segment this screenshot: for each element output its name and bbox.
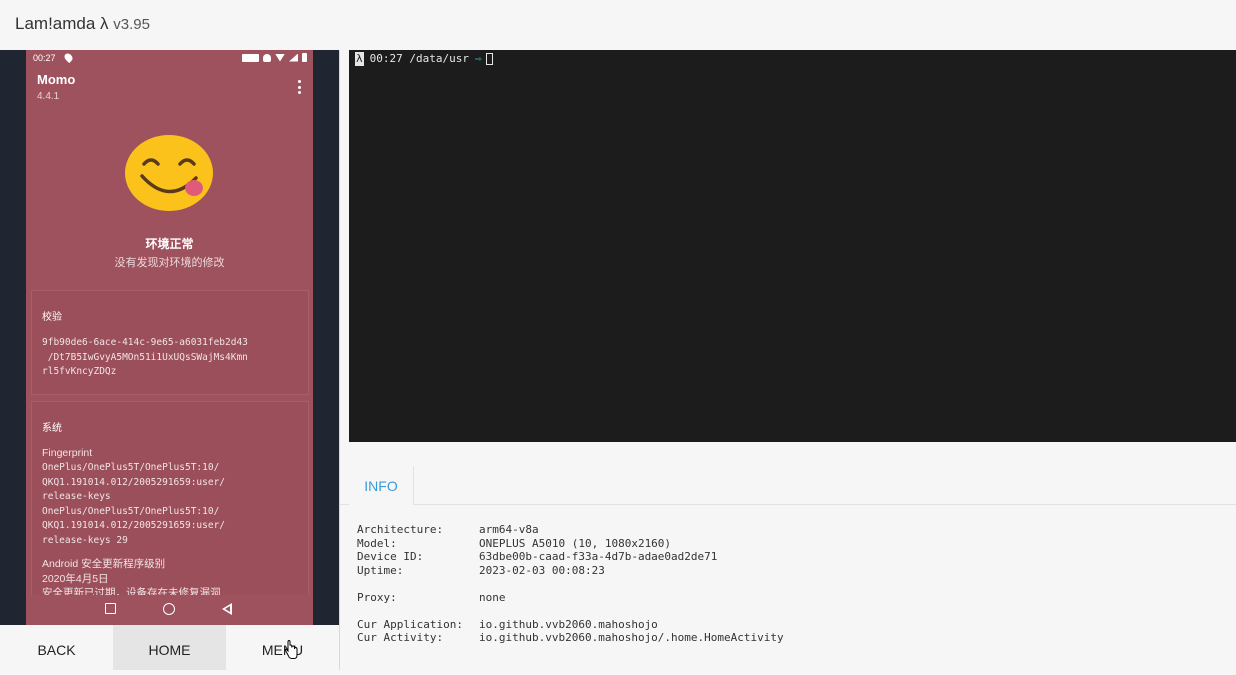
verify-card-title: 校验 <box>42 312 62 323</box>
info-value: 63dbe00b-caad-f33a-4d7b-adae0ad2de71 <box>479 550 718 563</box>
app-version: v3.95 <box>113 16 150 33</box>
system-card-title: 系统 <box>42 423 62 434</box>
fingerprint-value: OnePlus/OnePlus5T/OnePlus5T:10/ QKQ1.191… <box>42 462 226 546</box>
battery-icon <box>302 53 307 62</box>
back-triangle-icon[interactable] <box>222 603 232 615</box>
momo-app-name: Momo <box>37 72 76 87</box>
verify-card-text: 9fb90de6-6ace-414c-9e65-a6031feb2d43 /Dt… <box>42 337 248 377</box>
status-icons <box>242 53 307 62</box>
terminal-cursor <box>485 53 493 65</box>
momo-app-version: 4.4.1 <box>37 91 60 102</box>
app-header: Lam!amda λ v3.95 <box>0 0 1236 50</box>
menu-button[interactable]: MENU <box>226 625 339 670</box>
system-card: 系统 Fingerprint OnePlus/OnePlus5T/OnePlus… <box>31 401 309 625</box>
signal-icon <box>289 53 298 62</box>
mute-icon <box>263 53 271 62</box>
info-key: Proxy: <box>357 590 397 604</box>
info-key: Cur Activity: <box>357 631 444 644</box>
terminal[interactable]: λ 00:27 /data/usr ⇨ <box>349 50 1236 442</box>
terminal-prompt-line: λ 00:27 /data/usr ⇨ <box>355 52 493 66</box>
wifi-icon <box>275 53 285 62</box>
info-value: none <box>479 590 506 604</box>
info-panel: INFO Architecture: arm64-v8a Model: ONEP… <box>340 442 1236 670</box>
prompt-lambda: λ <box>355 52 364 66</box>
info-key: Uptime: <box>357 563 404 577</box>
prompt-path: 00:27 /data/usr <box>369 52 469 65</box>
info-value: 2023-02-03 00:08:23 <box>479 563 605 577</box>
device-status-bar: 00:27 <box>26 50 313 67</box>
info-value: io.github.vvb2060.mahoshojo/.home.HomeAc… <box>479 631 784 644</box>
info-value: ONEPLUS A5010 (10, 1080x2160) <box>479 536 672 550</box>
home-circle-icon[interactable] <box>163 603 175 615</box>
volte-icon <box>242 53 259 62</box>
verify-card: 校验 9fb90de6-6ace-414c-9e65-a6031feb2d43 … <box>31 290 309 395</box>
status-time: 00:27 <box>33 53 56 63</box>
overflow-menu-icon[interactable] <box>294 80 304 94</box>
info-value: io.github.vvb2060.mahoshojo <box>479 617 658 631</box>
environment-status-subtitle: 没有发现对环境的修改 <box>114 257 225 269</box>
app-title-text: Lam!amda λ <box>15 14 109 33</box>
android-nav-bar <box>26 595 313 625</box>
info-row-uptime: Uptime: 2023-02-03 00:08:23 <box>357 564 784 578</box>
app-title: Lam!amda λ v3.95 <box>15 14 150 34</box>
info-row-cur-application: Cur Application: io.github.vvb2060.mahos… <box>357 618 784 632</box>
smiley-tongue-icon <box>125 135 213 211</box>
info-tabbar: INFO <box>340 466 1236 505</box>
device-screen[interactable]: 00:27 Momo 4.4.1 环境正常 没有发现对环境的修改 校验 9fb9… <box>26 50 313 625</box>
info-row-cur-activity: Cur Activity: io.github.vvb2060.mahoshoj… <box>357 631 784 645</box>
info-key: Architecture: <box>357 523 444 536</box>
environment-status-title: 环境正常 <box>145 237 194 251</box>
fingerprint-label: Fingerprint <box>42 447 93 459</box>
home-button[interactable]: HOME <box>113 625 226 670</box>
info-key: Cur Application: <box>357 617 463 631</box>
info-value: arm64-v8a <box>479 523 539 536</box>
security-patch-text: Android 安全更新程序级别 2020年4月5日 安全更新已过期，设备存在未… <box>42 558 221 599</box>
info-key: Device ID: <box>357 550 424 563</box>
recents-icon[interactable] <box>105 603 116 614</box>
prompt-arrow-icon: ⇨ <box>474 52 482 65</box>
info-row-proxy: Proxy: none <box>357 591 784 605</box>
hand-cursor-icon <box>284 640 298 659</box>
device-pane: 00:27 Momo 4.4.1 环境正常 没有发现对环境的修改 校验 9fb9… <box>0 50 340 625</box>
info-key: Model: <box>357 536 397 550</box>
tab-info[interactable]: INFO <box>349 466 414 505</box>
device-info-table: Architecture: arm64-v8a Model: ONEPLUS A… <box>357 523 784 645</box>
info-row-device-id: Device ID: 63dbe00b-caad-f33a-4d7b-adae0… <box>357 550 784 564</box>
info-row-model: Model: ONEPLUS A5010 (10, 1080x2160) <box>357 537 784 551</box>
location-icon <box>62 51 75 64</box>
back-button[interactable]: BACK <box>0 625 113 670</box>
info-row-architecture: Architecture: arm64-v8a <box>357 523 784 537</box>
